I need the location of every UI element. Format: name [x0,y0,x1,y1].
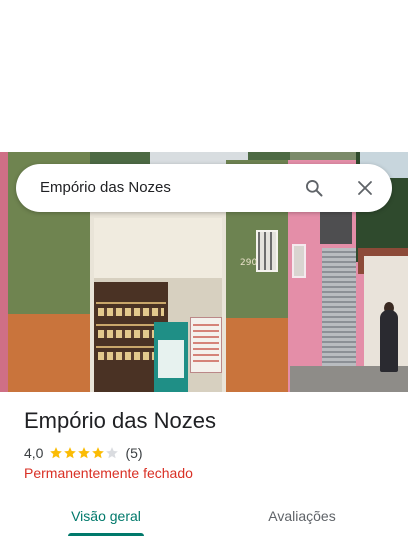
photo-shelf-line [96,302,166,304]
search-query[interactable]: Empório das Nozes [40,179,171,196]
photo-back-wall [94,218,222,278]
star-icon [50,447,63,459]
star-icon [64,447,77,459]
photo-shutter-box [320,208,352,244]
star-rating [49,446,119,460]
review-count[interactable]: (5) [125,445,142,461]
photo-rolling-shutter [322,248,356,372]
star-icon [92,447,105,459]
tab-indicator [68,533,144,536]
search-icon-glyph [306,180,323,197]
photo-window [292,244,306,278]
photo-wall-orange [8,314,92,392]
star-icon [78,447,91,459]
photo-person [380,310,398,372]
photo-building-number: 290 [240,258,258,268]
tab-overview[interactable]: Visão geral [60,496,152,536]
tab-reviews[interactable]: Avaliações [256,496,348,536]
place-title: Empório das Nozes [24,408,216,433]
photo-banner-panel [158,340,184,378]
status-closed: Permanentemente fechado [24,465,193,481]
rating-row[interactable]: 4,0 (5) [24,444,143,462]
star-icon [106,447,119,459]
close-icon-glyph [358,181,372,195]
photo-wall-orange [226,318,288,392]
search-bar[interactable]: Empório das Nozes [16,164,392,212]
photo-jars [98,308,164,316]
photo-poster-text [193,324,219,364]
rating-value: 4,0 [24,445,44,461]
tab-bar: Visão geral Avaliações [0,496,408,536]
photo-window-bars [258,232,276,270]
close-icon[interactable] [353,176,377,200]
search-icon[interactable] [302,176,326,200]
photo-wall-pink [0,152,8,392]
